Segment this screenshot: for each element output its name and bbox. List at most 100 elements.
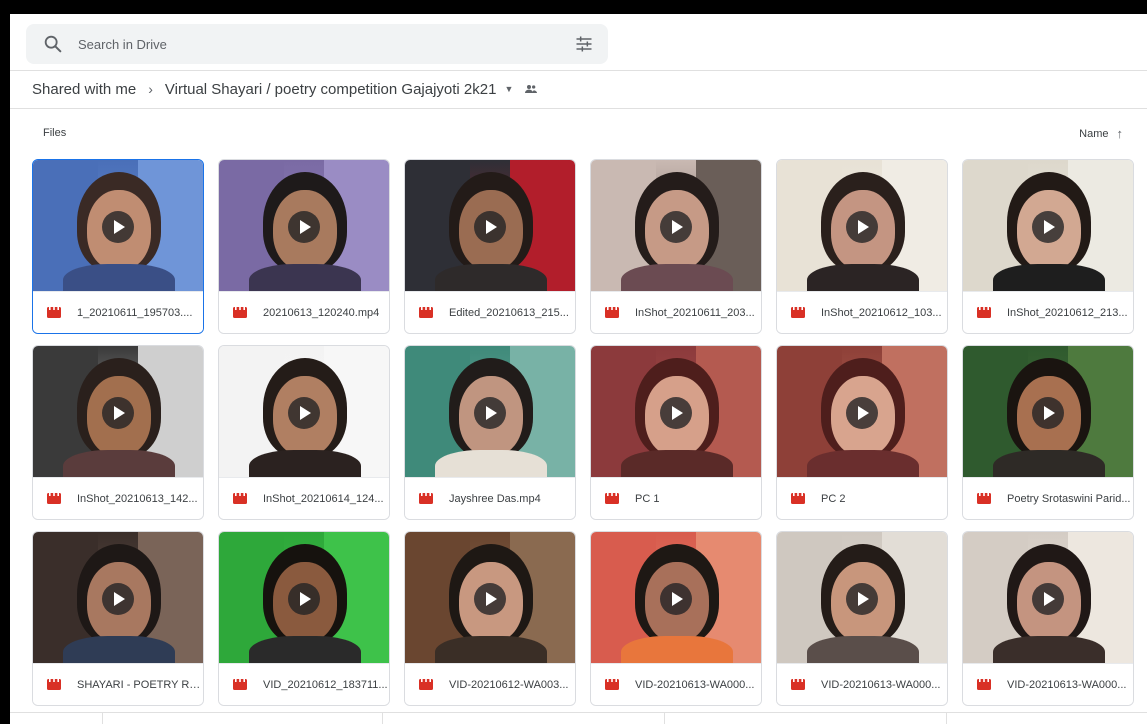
play-icon[interactable] [474,397,506,429]
search-bar[interactable]: Search in Drive [26,24,608,64]
sort-label[interactable]: Name [1079,128,1108,140]
file-card[interactable]: VID-20210613-WA000... [590,531,762,706]
file-name-row[interactable]: InShot_20210613_142... [33,477,203,519]
video-file-icon [977,679,991,690]
chevron-right-icon: › [148,81,153,97]
file-card[interactable]: InShot_20210614_124... [218,345,390,520]
video-file-icon [419,493,433,504]
file-card[interactable]: InShot_20210611_203... [590,159,762,334]
play-icon[interactable] [660,583,692,615]
file-card[interactable]: VID-20210613-WA000... [776,531,948,706]
file-name-row[interactable]: VID-20210612-WA003... [405,663,575,705]
video-thumbnail[interactable] [777,346,947,480]
file-name-row[interactable]: InShot_20210611_203... [591,291,761,333]
video-thumbnail[interactable] [33,346,203,480]
file-name-row[interactable]: Jayshree Das.mp4 [405,477,575,519]
video-thumbnail[interactable] [777,160,947,294]
file-name-row[interactable]: 20210613_120240.mp4 [219,291,389,333]
video-thumbnail[interactable] [219,346,389,480]
chevron-down-icon[interactable]: ▼ [504,84,513,94]
video-thumbnail[interactable] [33,532,203,666]
play-icon[interactable] [288,211,320,243]
divider [10,70,1147,71]
shared-people-icon [525,85,538,93]
file-name: InShot_20210612_103... [821,306,942,319]
file-card[interactable]: Jayshree Das.mp4 [404,345,576,520]
play-icon[interactable] [660,397,692,429]
play-icon[interactable] [660,211,692,243]
video-file-icon [977,493,991,504]
play-icon[interactable] [102,583,134,615]
video-file-icon [791,679,805,690]
file-card[interactable]: VID-20210612-WA003... [404,531,576,706]
file-name-row[interactable]: 1_20210611_195703.... [33,291,203,333]
file-name-row[interactable]: VID_20210612_183711... [219,663,389,705]
play-icon[interactable] [846,583,878,615]
video-thumbnail[interactable] [405,532,575,666]
file-card[interactable]: Edited_20210613_215... [404,159,576,334]
file-card[interactable]: 20210613_120240.mp4 [218,159,390,334]
search-input[interactable]: Search in Drive [78,37,574,52]
video-thumbnail[interactable] [405,160,575,294]
file-card[interactable]: SHAYARI - POETRY Rec... [32,531,204,706]
play-icon[interactable] [846,211,878,243]
play-icon[interactable] [1032,211,1064,243]
file-card[interactable]: InShot_20210612_213... [962,159,1134,334]
video-thumbnail[interactable] [33,160,203,294]
search-options-icon[interactable] [574,34,594,54]
file-card[interactable]: Poetry Srotaswini Parid... [962,345,1134,520]
video-thumbnail[interactable] [777,532,947,666]
file-name: InShot_20210614_124... [263,492,384,505]
file-card[interactable]: InShot_20210612_103... [776,159,948,334]
video-thumbnail[interactable] [219,532,389,666]
file-name-row[interactable]: InShot_20210614_124... [219,477,389,519]
file-name-row[interactable]: InShot_20210612_103... [777,291,947,333]
play-icon[interactable] [1032,583,1064,615]
video-file-icon [605,679,619,690]
file-card[interactable]: PC 1 [590,345,762,520]
file-name-row[interactable]: VID-20210613-WA000... [963,663,1133,705]
play-icon[interactable] [288,397,320,429]
arrow-up-icon[interactable]: ↑ [1117,126,1124,141]
play-icon[interactable] [474,211,506,243]
file-card[interactable]: VID_20210612_183711... [218,531,390,706]
video-file-icon [791,307,805,318]
video-thumbnail[interactable] [591,346,761,480]
video-file-icon [791,493,805,504]
file-name-row[interactable]: PC 2 [777,477,947,519]
video-file-icon [47,493,61,504]
play-icon[interactable] [102,397,134,429]
file-card[interactable]: VID-20210613-WA000... [962,531,1134,706]
play-icon[interactable] [102,211,134,243]
file-name-row[interactable]: SHAYARI - POETRY Rec... [33,663,203,705]
file-name: VID-20210613-WA000... [635,678,755,691]
video-thumbnail[interactable] [591,160,761,294]
file-card[interactable]: InShot_20210613_142... [32,345,204,520]
file-name-row[interactable]: Poetry Srotaswini Parid... [963,477,1133,519]
file-card[interactable]: 1_20210611_195703.... [32,159,204,334]
video-thumbnail[interactable] [405,346,575,480]
file-name-row[interactable]: Edited_20210613_215... [405,291,575,333]
video-file-icon [605,493,619,504]
file-card[interactable]: PC 2 [776,345,948,520]
file-name-row[interactable]: VID-20210613-WA000... [591,663,761,705]
sort-by-name[interactable]: Name ↑ [1079,126,1123,141]
file-name-row[interactable]: VID-20210613-WA000... [777,663,947,705]
play-icon[interactable] [1032,397,1064,429]
file-name-row[interactable]: InShot_20210612_213... [963,291,1133,333]
play-icon[interactable] [846,397,878,429]
video-thumbnail[interactable] [963,160,1133,294]
breadcrumb-current-folder[interactable]: Virtual Shayari / poetry competition Gaj… [165,81,497,98]
video-thumbnail[interactable] [591,532,761,666]
file-name-row[interactable]: PC 1 [591,477,761,519]
breadcrumb-shared-with-me[interactable]: Shared with me [32,81,136,98]
video-file-icon [419,307,433,318]
video-thumbnail[interactable] [963,532,1133,666]
file-name: VID-20210613-WA000... [821,678,941,691]
video-thumbnail[interactable] [963,346,1133,480]
play-icon[interactable] [288,583,320,615]
play-icon[interactable] [474,583,506,615]
video-thumbnail[interactable] [219,160,389,294]
drive-window: Search in Drive Shared with me › Virtual… [10,14,1147,724]
search-icon[interactable] [42,33,64,55]
